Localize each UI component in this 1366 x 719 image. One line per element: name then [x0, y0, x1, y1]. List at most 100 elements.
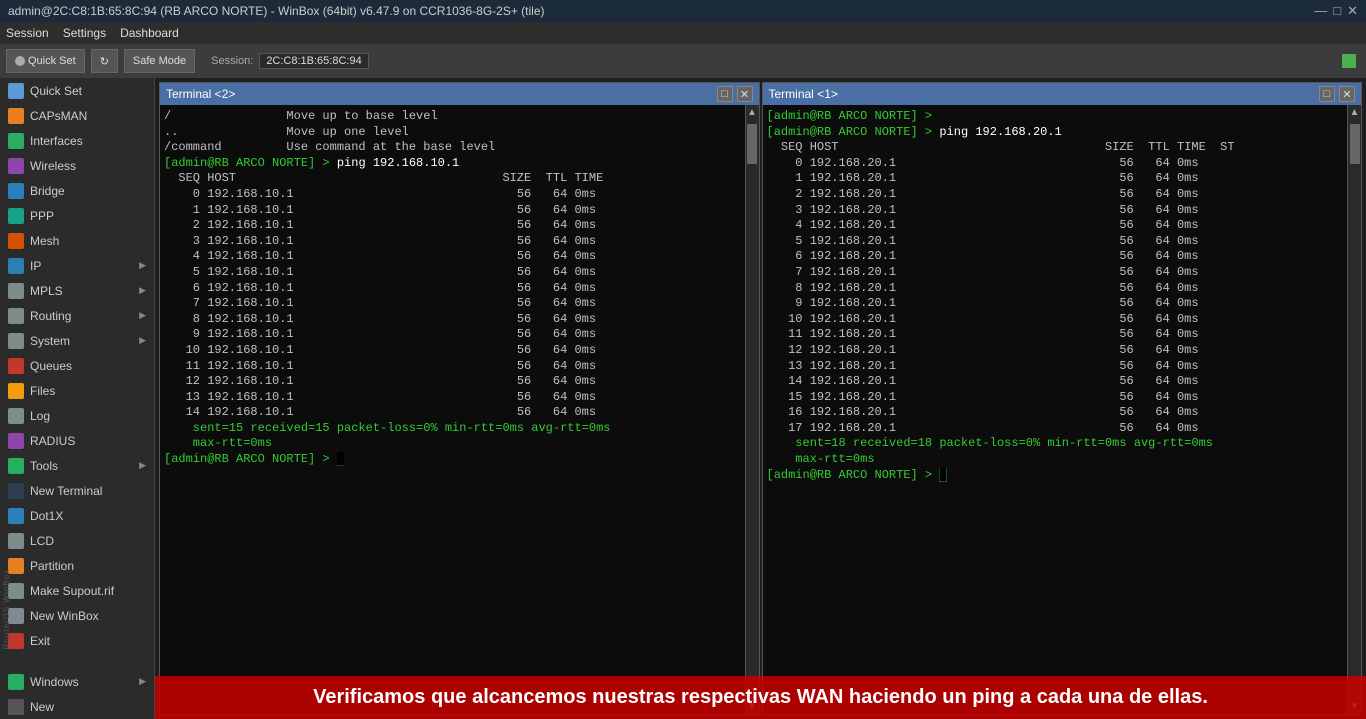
sidebar-item-capsman[interactable]: CAPsMAN [0, 103, 154, 128]
sidebar-item-windows-label: Windows [30, 675, 79, 689]
session-label: Session: [211, 55, 253, 67]
safe-mode-button[interactable]: Safe Mode [124, 49, 195, 73]
minimize-button[interactable]: — [1314, 3, 1327, 19]
files-icon [8, 383, 24, 399]
maximize-button[interactable]: □ [1333, 3, 1341, 19]
sidebar-item-tools[interactable]: Tools▶ [0, 453, 154, 478]
terminal-1-content[interactable]: [admin@RB ARCO NORTE] > [admin@RB ARCO N… [763, 105, 1348, 714]
lcd-icon [8, 533, 24, 549]
sidebar-item-mesh[interactable]: Mesh [0, 228, 154, 253]
t2-line-6: 0 192.168.10.1 56 64 0ms [164, 187, 741, 203]
menu-dashboard[interactable]: Dashboard [120, 26, 179, 40]
wireless-icon [8, 158, 24, 174]
sidebar-item-files-label: Files [30, 384, 55, 398]
close-button[interactable]: ✕ [1347, 3, 1358, 19]
sidebar-item-system[interactable]: System▶ [0, 328, 154, 353]
sidebar-item-bridge[interactable]: Bridge [0, 178, 154, 203]
sidebar-item-new-winbox[interactable]: New WinBox [0, 603, 154, 628]
t2-line-13: 7 192.168.10.1 56 64 0ms [164, 296, 741, 312]
sidebar-item-make-supout-label: Make Supout.rif [30, 584, 114, 598]
terminal-2-body: / Move up to base level .. Move up one l… [160, 105, 759, 714]
t1-line-2: [admin@RB ARCO NORTE] > ping 192.168.20.… [767, 125, 1344, 141]
terminal-2-title: Terminal <2> [166, 87, 235, 101]
sidebar-item-lcd[interactable]: LCD [0, 528, 154, 553]
t1-stats: sent=18 received=18 packet-loss=0% min-r… [767, 436, 1344, 452]
sidebar-item-new[interactable]: New [0, 694, 154, 719]
sidebar-item-new-terminal[interactable]: New Terminal [0, 478, 154, 503]
t1-scroll-up-arrow[interactable]: ▲ [1348, 105, 1361, 120]
sidebar-item-dot1x[interactable]: Dot1X [0, 503, 154, 528]
sidebar-item-routing[interactable]: Routing ▶ [0, 303, 154, 328]
terminal-2-scrollbar[interactable]: ▲ ▼ [745, 105, 759, 714]
log-icon [8, 408, 24, 424]
sidebar-item-mesh-label: Mesh [30, 234, 59, 248]
sidebar-item-interfaces[interactable]: Interfaces [0, 128, 154, 153]
sidebar-item-windows[interactable]: Windows ▶ [0, 669, 154, 694]
t1-line-21: 17 192.168.20.1 56 64 0ms [767, 421, 1344, 437]
queues-icon [8, 358, 24, 374]
quick-set-button[interactable]: Quick Set [6, 49, 85, 73]
titlebar: admin@2C:C8:1B:65:8C:94 (RB ARCO NORTE) … [0, 0, 1366, 22]
titlebar-controls[interactable]: — □ ✕ [1314, 3, 1358, 19]
t1-line-11: 7 192.168.20.1 56 64 0ms [767, 265, 1344, 281]
sidebar-item-ip[interactable]: IP▶ [0, 253, 154, 278]
sidebar-item-files[interactable]: Files [0, 378, 154, 403]
t2-line-9: 3 192.168.10.1 56 64 0ms [164, 234, 741, 250]
sidebar-item-make-supout[interactable]: Make Supout.rif [0, 578, 154, 603]
sidebar-item-mpls[interactable]: MPLS▶ [0, 278, 154, 303]
routing-chevron: ▶ [139, 310, 146, 321]
t2-line-11: 5 192.168.10.1 56 64 0ms [164, 265, 741, 281]
windows-icon [8, 674, 24, 690]
t2-line-16: 10 192.168.10.1 56 64 0ms [164, 343, 741, 359]
menu-session[interactable]: Session [6, 26, 49, 40]
windows-chevron: ▶ [139, 676, 146, 687]
t1-line-7: 3 192.168.20.1 56 64 0ms [767, 203, 1344, 219]
sidebar-item-wireless[interactable]: Wireless [0, 153, 154, 178]
ppp-icon [8, 208, 24, 224]
terminal-1-scrollbar[interactable]: ▲ ▼ [1347, 105, 1361, 714]
terminal-2-close-button[interactable]: ✕ [737, 86, 753, 102]
t1-line-17: 13 192.168.20.1 56 64 0ms [767, 359, 1344, 375]
ip-chevron: ▶ [139, 260, 146, 271]
t1-line-14: 10 192.168.20.1 56 64 0ms [767, 312, 1344, 328]
scroll-up-arrow[interactable]: ▲ [745, 105, 758, 120]
radius-icon [8, 433, 24, 449]
sidebar-bottom: Windows ▶ New [0, 669, 154, 719]
sidebar-item-new-winbox-label: New WinBox [30, 609, 99, 623]
t1-scrollbar-thumb[interactable] [1350, 124, 1360, 164]
routing-icon [8, 308, 24, 324]
sidebar-item-log-label: Log [30, 409, 50, 423]
dot1x-icon [8, 508, 24, 524]
menu-settings[interactable]: Settings [63, 26, 106, 40]
terminal-1-restore-button[interactable]: □ [1319, 86, 1335, 102]
sidebar-item-routing-label: Routing [30, 309, 71, 323]
sidebar-item-log[interactable]: Log [0, 403, 154, 428]
sidebar-item-quick-set-label: Quick Set [30, 84, 82, 98]
sidebar-item-ppp[interactable]: PPP [0, 203, 154, 228]
terminal-2-content[interactable]: / Move up to base level .. Move up one l… [160, 105, 745, 714]
sidebar-item-partition[interactable]: Partition [0, 553, 154, 578]
terminal-1-controls[interactable]: □ ✕ [1319, 86, 1355, 102]
sidebar-item-quick-set[interactable]: Quick Set [0, 78, 154, 103]
system-icon [8, 333, 24, 349]
terminal-1-body: [admin@RB ARCO NORTE] > [admin@RB ARCO N… [763, 105, 1362, 714]
sidebar-item-new-label: New [30, 700, 54, 714]
subtitle-banner: Verificamos que alcancemos nuestras resp… [155, 676, 1366, 719]
terminal-2-titlebar: Terminal <2> □ ✕ [160, 83, 759, 105]
sidebar-item-interfaces-label: Interfaces [30, 134, 83, 148]
sidebar-item-exit[interactable]: Exit [0, 628, 154, 653]
terminal-2-controls[interactable]: □ ✕ [717, 86, 753, 102]
t1-max-rtt: max-rtt=0ms [767, 452, 1344, 468]
t2-max-rtt: max-rtt=0ms [164, 436, 741, 452]
sidebar-item-radius[interactable]: RADIUS [0, 428, 154, 453]
new-icon [8, 699, 24, 715]
scrollbar-thumb[interactable] [747, 124, 757, 164]
terminal-2-restore-button[interactable]: □ [717, 86, 733, 102]
refresh-button[interactable]: ↻ [91, 49, 118, 73]
t1-line-4: 0 192.168.20.1 56 64 0ms [767, 156, 1344, 172]
terminal-1-close-button[interactable]: ✕ [1339, 86, 1355, 102]
sidebar-item-dot1x-label: Dot1X [30, 509, 63, 523]
t2-line-1: / Move up to base level [164, 109, 741, 125]
sidebar-item-queues[interactable]: Queues [0, 353, 154, 378]
sidebar-item-bridge-label: Bridge [30, 184, 65, 198]
